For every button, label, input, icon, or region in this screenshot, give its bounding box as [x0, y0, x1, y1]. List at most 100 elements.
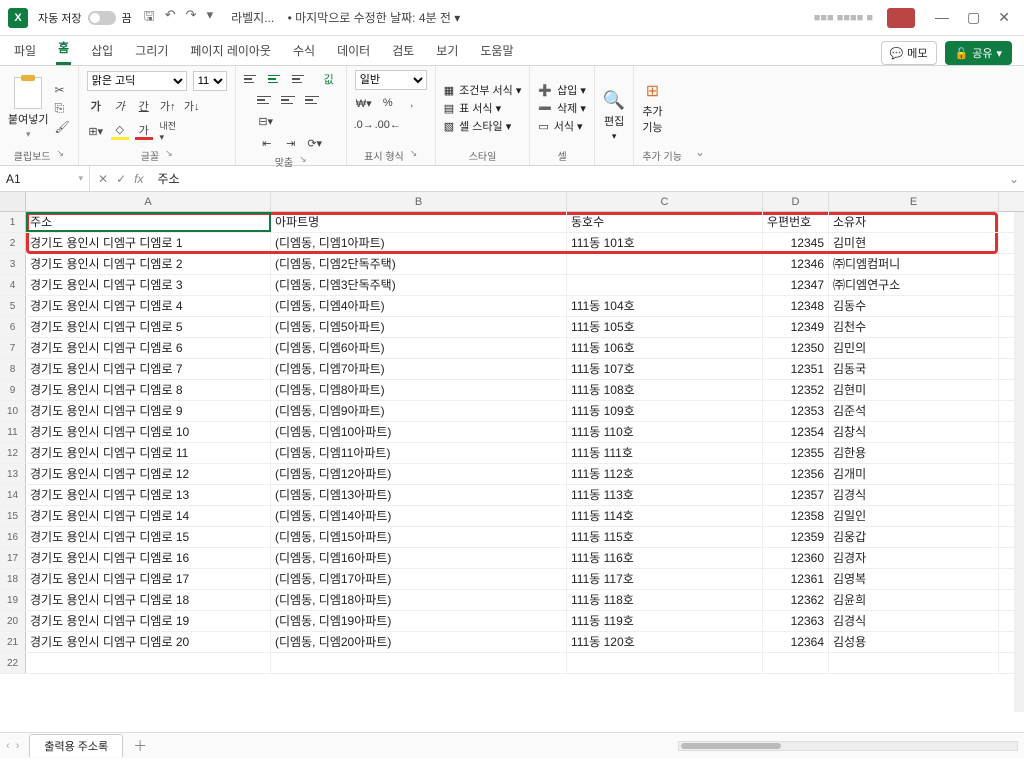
cell[interactable]: 김창식	[829, 422, 999, 442]
cell[interactable]: (디엠동, 디엠16아파트)	[271, 548, 567, 568]
qat-dropdown-icon[interactable]: ▾	[207, 7, 214, 29]
cell[interactable]: 김성용	[829, 632, 999, 652]
cell-D1[interactable]: 우편번호	[763, 212, 829, 232]
increase-font-icon[interactable]: 가↑	[159, 97, 177, 115]
align-bottom-icon[interactable]	[292, 71, 312, 87]
row-header[interactable]: 19	[0, 590, 26, 610]
cell[interactable]: 12354	[763, 422, 829, 442]
minimize-icon[interactable]: —	[935, 9, 949, 26]
row-header[interactable]: 1	[0, 212, 26, 232]
align-right-icon[interactable]	[305, 92, 325, 108]
dialog-launcher-icon[interactable]: ↘	[56, 148, 64, 163]
cell[interactable]: 김웅갑	[829, 527, 999, 547]
cell[interactable]: 111동 112호	[567, 464, 763, 484]
row-header[interactable]: 13	[0, 464, 26, 484]
align-left-icon[interactable]	[257, 92, 277, 108]
cell[interactable]: 111동 110호	[567, 422, 763, 442]
tab-data[interactable]: 데이터	[335, 36, 372, 65]
percent-icon[interactable]: %	[379, 94, 397, 112]
cell[interactable]: 김준석	[829, 401, 999, 421]
cell[interactable]: (디엠동, 디엠20아파트)	[271, 632, 567, 652]
cell[interactable]: (디엠동, 디엠3단독주택)	[271, 275, 567, 295]
currency-icon[interactable]: ₩▾	[355, 94, 373, 112]
cell[interactable]: 경기도 용인시 디엠구 디엠로 19	[26, 611, 271, 631]
memo-button[interactable]: 💬 메모	[881, 41, 937, 65]
merge-icon[interactable]: ⊟▾	[257, 112, 275, 130]
cell[interactable]: (디엠동, 디엠9아파트)	[271, 401, 567, 421]
addins-button[interactable]: ⊞ 추가 기능	[642, 81, 662, 135]
font-name-select[interactable]: 맑은 고딕	[87, 71, 187, 91]
cell[interactable]: 111동 116호	[567, 548, 763, 568]
cell[interactable]: (디엠동, 디엠13아파트)	[271, 485, 567, 505]
cell[interactable]: (디엠동, 디엠18아파트)	[271, 590, 567, 610]
cell[interactable]: 111동 108호	[567, 380, 763, 400]
italic-button[interactable]: 가	[111, 97, 129, 115]
cell[interactable]: 12357	[763, 485, 829, 505]
formula-input[interactable]: 주소	[151, 170, 1004, 187]
insert-cells-button[interactable]: ➕삽입 ▾	[538, 82, 586, 98]
format-cells-button[interactable]: ▭서식 ▾	[538, 118, 586, 134]
cell[interactable]: 경기도 용인시 디엠구 디엠로 17	[26, 569, 271, 589]
col-header-D[interactable]: D	[763, 192, 829, 211]
cell[interactable]: (디엠동, 디엠7아파트)	[271, 359, 567, 379]
conditional-format-button[interactable]: ▦조건부 서식 ▾	[444, 82, 522, 98]
cell[interactable]: 111동 119호	[567, 611, 763, 631]
toggle-icon[interactable]	[88, 11, 116, 25]
align-top-icon[interactable]	[244, 71, 264, 87]
collapse-ribbon-icon[interactable]: ⌄	[690, 66, 710, 165]
row-header[interactable]: 4	[0, 275, 26, 295]
cell[interactable]: 경기도 용인시 디엠구 디엠로 9	[26, 401, 271, 421]
cell[interactable]: 12346	[763, 254, 829, 274]
cell[interactable]: 12353	[763, 401, 829, 421]
cell[interactable]: 111동 118호	[567, 590, 763, 610]
select-all-corner[interactable]	[0, 192, 26, 211]
cell[interactable]: 111동 114호	[567, 506, 763, 526]
row-header[interactable]: 11	[0, 422, 26, 442]
cell[interactable]: 경기도 용인시 디엠구 디엠로 12	[26, 464, 271, 484]
cell[interactable]: 경기도 용인시 디엠구 디엠로 13	[26, 485, 271, 505]
cell[interactable]: (디엠동, 디엠2단독주택)	[271, 254, 567, 274]
cell-styles-button[interactable]: ▧셀 스타일 ▾	[444, 118, 522, 134]
paste-button[interactable]: 붙여넣기 ▾	[8, 77, 48, 140]
cell[interactable]: 경기도 용인시 디엠구 디엠로 14	[26, 506, 271, 526]
name-box[interactable]: A1 ▾	[0, 166, 90, 191]
row-header[interactable]: 10	[0, 401, 26, 421]
cell[interactable]: 김일인	[829, 506, 999, 526]
cell[interactable]: (디엠동, 디엠5아파트)	[271, 317, 567, 337]
cell[interactable]: 111동 120호	[567, 632, 763, 652]
sheet-tab-active[interactable]: 출력용 주소록	[29, 734, 123, 757]
cell[interactable]: 경기도 용인시 디엠구 디엠로 7	[26, 359, 271, 379]
cell[interactable]: 김동국	[829, 359, 999, 379]
orientation-icon[interactable]: ⟳▾	[306, 134, 324, 152]
cell[interactable]: 경기도 용인시 디엠구 디엠로 6	[26, 338, 271, 358]
cell[interactable]: 12349	[763, 317, 829, 337]
row-header[interactable]: 21	[0, 632, 26, 652]
cell[interactable]: 경기도 용인시 디엠구 디엠로 11	[26, 443, 271, 463]
share-button[interactable]: 🔓 공유 ▾	[945, 41, 1012, 65]
cell[interactable]: 111동 109호	[567, 401, 763, 421]
tab-home[interactable]: 홈	[56, 33, 71, 65]
cell[interactable]: (디엠동, 디엠1아파트)	[271, 233, 567, 253]
redo-icon[interactable]: ↷	[186, 7, 197, 29]
cell[interactable]: (디엠동, 디엠11아파트)	[271, 443, 567, 463]
cell[interactable]: 12359	[763, 527, 829, 547]
last-modified[interactable]: • 마지막으로 수정한 날짜: 4분 전 ▾	[288, 11, 461, 25]
row-header[interactable]: 8	[0, 359, 26, 379]
tab-help[interactable]: 도움말	[478, 36, 515, 65]
tab-file[interactable]: 파일	[12, 36, 38, 65]
cell[interactable]: 김천수	[829, 317, 999, 337]
cell[interactable]: (디엠동, 디엠19아파트)	[271, 611, 567, 631]
cell[interactable]: 김영복	[829, 569, 999, 589]
tab-formulas[interactable]: 수식	[291, 36, 317, 65]
cell[interactable]: 김민의	[829, 338, 999, 358]
row-header[interactable]: 22	[0, 653, 26, 673]
cell[interactable]: 12362	[763, 590, 829, 610]
user-avatar-icon[interactable]	[887, 8, 915, 28]
chevron-down-icon[interactable]: ▾	[78, 173, 83, 184]
cell[interactable]: 경기도 용인시 디엠구 디엠로 15	[26, 527, 271, 547]
cell[interactable]	[567, 275, 763, 295]
undo-icon[interactable]: ↶	[165, 7, 176, 29]
cell[interactable]: 김경식	[829, 611, 999, 631]
comma-icon[interactable]: ,	[403, 94, 421, 112]
copy-icon[interactable]: ⎘	[54, 101, 69, 116]
